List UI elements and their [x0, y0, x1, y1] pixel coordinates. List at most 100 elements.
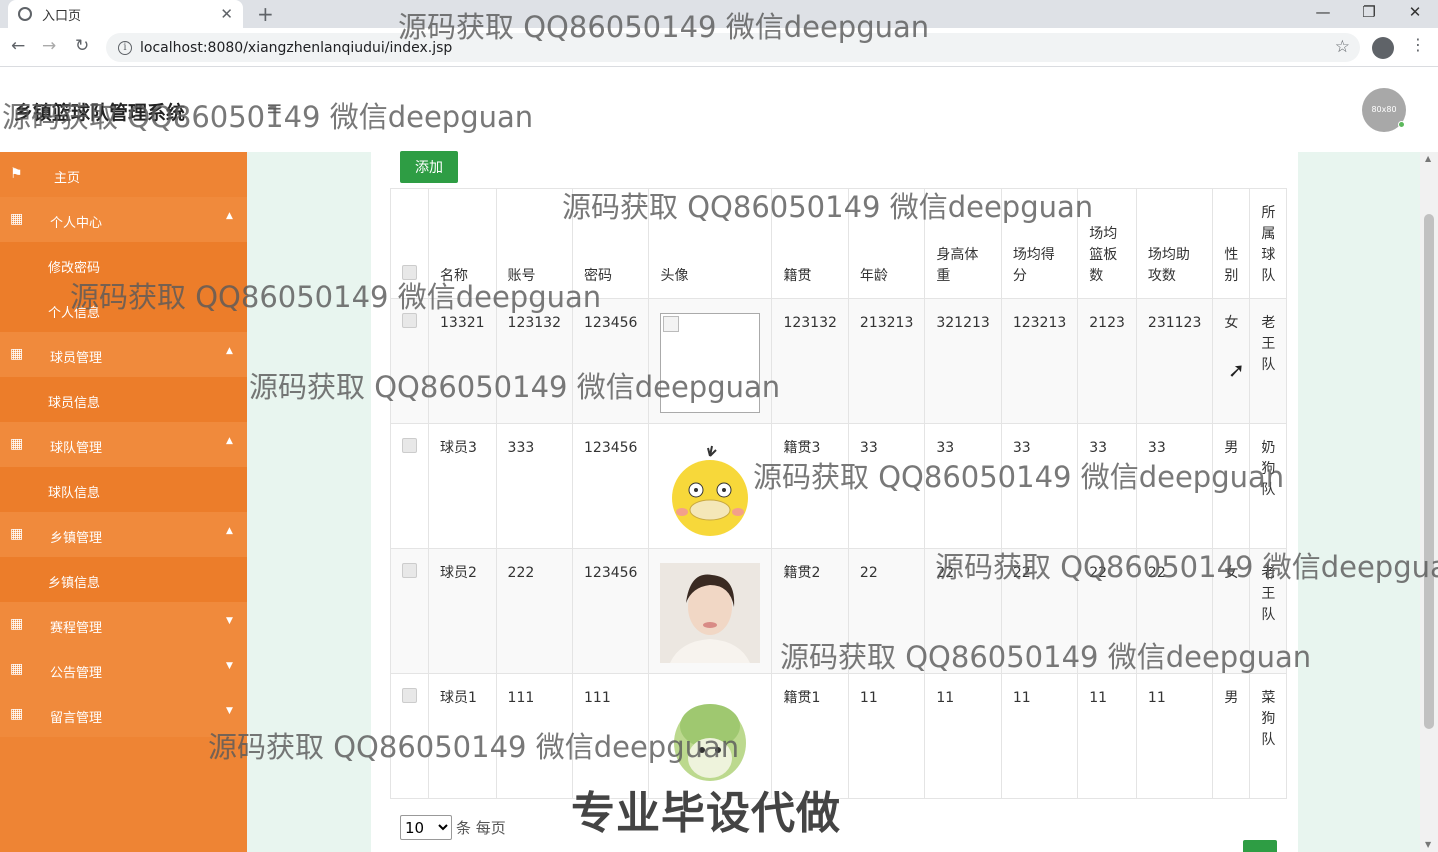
table-row[interactable]: 13321 123132 123456 123132 213213 321213… — [390, 298, 1288, 424]
sidebar-item-notice-management[interactable]: ▦ 公告管理 ▼ — [0, 647, 247, 692]
address-bar[interactable]: i localhost:8080/xiangzhenlanqiudui/inde… — [106, 33, 1360, 62]
reload-icon[interactable]: ↻ — [75, 36, 89, 56]
cell-gender: 男 — [1212, 673, 1251, 799]
url-text: localhost:8080/xiangzhenlanqiudui/index.… — [140, 39, 453, 56]
column-header: 性别 — [1212, 188, 1251, 299]
cell-height-weight: 321213 — [924, 298, 1002, 424]
row-checkbox[interactable] — [402, 563, 417, 578]
hamburger-icon[interactable]: ≡ — [266, 96, 283, 120]
sidebar-item-personal-center[interactable]: ▦ 个人中心 ▲ — [0, 197, 247, 242]
cell-assists: 22 — [1135, 548, 1214, 674]
cell-assists: 33 — [1135, 423, 1214, 549]
row-select-cell — [390, 298, 429, 424]
cell-height-weight: 33 — [924, 423, 1002, 549]
page-size-select[interactable]: 10 — [400, 815, 452, 840]
cell-age: 11 — [847, 673, 926, 799]
row-checkbox[interactable] — [402, 313, 417, 328]
cell-name: 球员3 — [428, 423, 497, 549]
player-table: 名称 账号 密码 头像 籍贯 年龄 身高体重 场均得分 场均篮板数 场均助攻数 … — [390, 188, 1288, 799]
sidebar-item-home[interactable]: ⚑ 主页 — [0, 152, 247, 197]
sidebar-subitem-personal-info[interactable]: 个人信息 — [0, 287, 247, 332]
scroll-down-icon[interactable]: ▼ — [1425, 840, 1431, 849]
sidebar-subitem-label: 球队信息 — [48, 486, 101, 501]
profile-icon[interactable] — [1372, 37, 1394, 59]
sidebar-subitem-player-info[interactable]: 球员信息 — [0, 377, 247, 422]
bookmark-star-icon[interactable]: ☆ — [1335, 37, 1350, 57]
sidebar-item-schedule-management[interactable]: ▦ 赛程管理 ▼ — [0, 602, 247, 647]
column-header: 年龄 — [847, 188, 926, 299]
cell-name: 13321 — [428, 298, 497, 424]
chevron-up-icon: ▲ — [226, 526, 233, 536]
cell-gender: 女 — [1212, 548, 1251, 674]
browser-tab-bar: 入口页 ✕ + — ❐ ✕ — [0, 0, 1438, 28]
online-status-dot — [1398, 121, 1405, 128]
column-header: 账号 — [495, 188, 574, 299]
sidebar-item-player-management[interactable]: ▦ 球员管理 ▲ — [0, 332, 247, 377]
broken-image-icon — [660, 313, 761, 413]
cell-points: 33 — [1000, 423, 1079, 549]
column-header: 密码 — [571, 188, 650, 299]
window-controls: — ❐ ✕ — [1300, 0, 1438, 28]
sidebar-subitem-town-info[interactable]: 乡镇信息 — [0, 557, 247, 602]
cell-native: 123132 — [771, 298, 849, 424]
scrollbar-thumb[interactable] — [1424, 214, 1434, 729]
cell-native: 籍贯3 — [771, 423, 849, 549]
sidebar-item-label: 个人中心 — [50, 216, 103, 231]
minimize-icon[interactable]: — — [1300, 0, 1346, 28]
menu-kebab-icon[interactable]: ⋮ — [1410, 35, 1426, 54]
column-header: 籍贯 — [771, 188, 849, 299]
cell-assists: 11 — [1135, 673, 1214, 799]
watermark-banner: 专业毕设代做 — [571, 788, 841, 839]
select-all-checkbox[interactable] — [402, 265, 417, 280]
sidebar-item-label: 球队管理 — [50, 441, 103, 456]
browser-toolbar: ← → ↻ i localhost:8080/xiangzhenlanqiudu… — [0, 28, 1438, 67]
add-button[interactable]: 添加 — [400, 151, 458, 183]
globe-icon — [18, 7, 32, 21]
cell-rebounds: 33 — [1077, 423, 1137, 549]
cell-age: 22 — [847, 548, 926, 674]
cell-points: 123213 — [1000, 298, 1079, 424]
table-row[interactable]: 球员3 333 123456 籍贯3 33 33 33 33 33 男 奶狗队 — [390, 423, 1288, 549]
avatar[interactable]: 80x80 — [1362, 88, 1406, 132]
cell-team: 奶狗队 — [1249, 423, 1288, 549]
sidebar-item-town-management[interactable]: ▦ 乡镇管理 ▲ — [0, 512, 247, 557]
sidebar-item-label: 球员管理 — [50, 351, 103, 366]
browser-tab[interactable]: 入口页 ✕ — [8, 0, 243, 28]
chevron-down-icon: ▼ — [226, 616, 233, 626]
back-icon[interactable]: ← — [11, 36, 25, 56]
pagination-button[interactable] — [1243, 840, 1277, 852]
sidebar-subitem-change-password[interactable]: 修改密码 — [0, 242, 247, 287]
row-checkbox[interactable] — [402, 688, 417, 703]
cell-avatar — [648, 298, 773, 424]
cell-name: 球员1 — [428, 673, 497, 799]
page-scrollbar[interactable]: ▲ ▼ — [1420, 152, 1438, 852]
mouse-cursor-icon: ➚ — [1228, 358, 1245, 382]
cell-assists: 231123 — [1135, 298, 1214, 424]
info-icon[interactable]: i — [118, 40, 132, 55]
sidebar-subitem-team-info[interactable]: 球队信息 — [0, 467, 247, 512]
column-header: 场均助攻数 — [1135, 188, 1214, 299]
restore-icon[interactable]: ❐ — [1346, 0, 1392, 28]
forward-icon[interactable]: → — [42, 36, 56, 56]
sidebar-item-message-management[interactable]: ▦ 留言管理 ▼ — [0, 692, 247, 737]
grid-icon: ▦ — [10, 436, 23, 452]
table-header-row: 名称 账号 密码 头像 籍贯 年龄 身高体重 场均得分 场均篮板数 场均助攻数 … — [390, 188, 1288, 299]
grid-icon: ▦ — [10, 616, 23, 632]
chevron-up-icon: ▲ — [226, 436, 233, 446]
new-tab-icon[interactable]: + — [257, 2, 274, 26]
app-title: 乡镇篮球队管理系统 — [14, 102, 186, 124]
chevron-up-icon: ▲ — [226, 346, 233, 356]
close-window-icon[interactable]: ✕ — [1392, 0, 1438, 28]
page-size-suffix: 条 每页 — [456, 819, 506, 837]
chevron-down-icon: ▼ — [226, 661, 233, 671]
row-checkbox[interactable] — [402, 438, 417, 453]
sidebar-item-team-management[interactable]: ▦ 球队管理 ▲ — [0, 422, 247, 467]
cell-password: 123456 — [571, 298, 650, 424]
close-tab-icon[interactable]: ✕ — [220, 5, 233, 23]
chevron-up-icon: ▲ — [226, 211, 233, 221]
row-select-cell — [390, 548, 429, 674]
table-row[interactable]: 球员2 222 123456 籍贯2 22 22 22 22 22 女 老王队 — [390, 548, 1288, 674]
grid-icon: ▦ — [10, 211, 23, 227]
cell-points: 11 — [1000, 673, 1079, 799]
scroll-up-icon[interactable]: ▲ — [1425, 154, 1431, 163]
